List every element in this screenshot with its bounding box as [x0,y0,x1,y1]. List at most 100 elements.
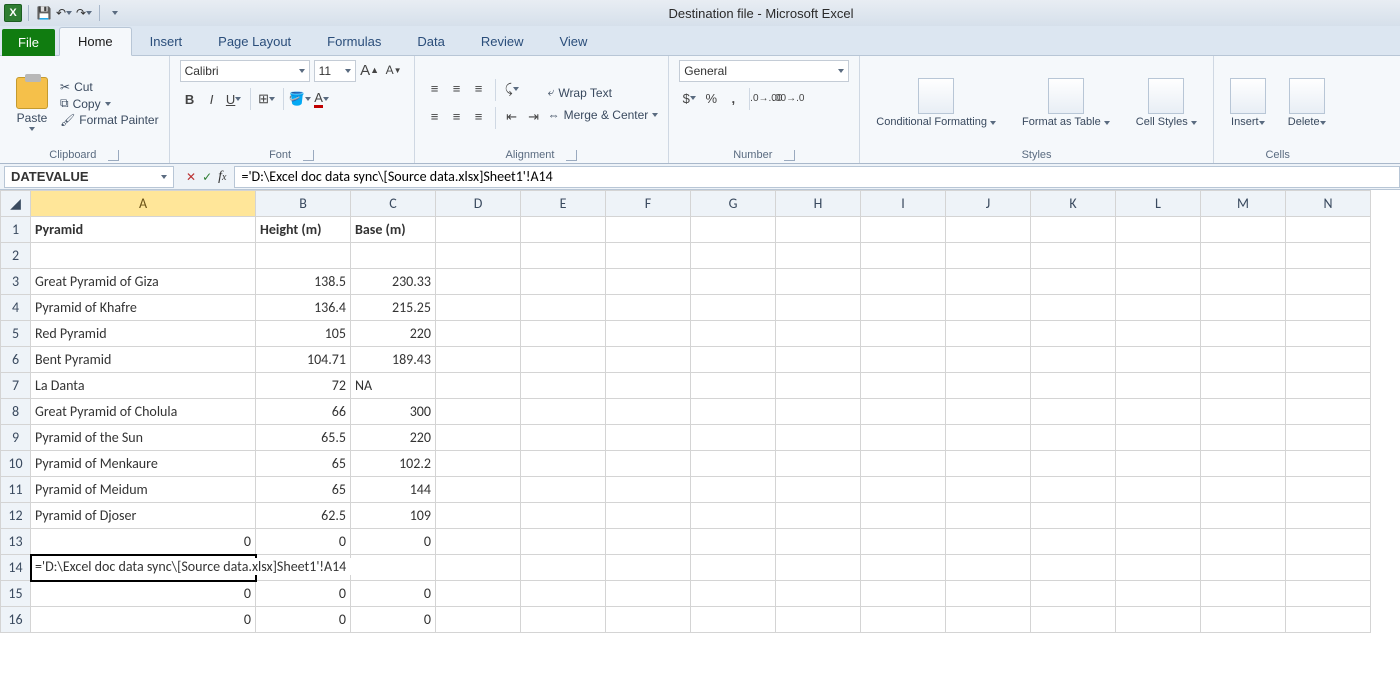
cell[interactable] [606,581,691,607]
cell[interactable] [521,269,606,295]
cell[interactable] [606,347,691,373]
cell[interactable] [946,269,1031,295]
tab-home[interactable]: Home [59,27,132,56]
cell[interactable] [691,477,776,503]
cell[interactable] [1286,555,1371,581]
accounting-button[interactable]: $ [679,88,699,108]
cell[interactable] [1116,243,1201,269]
column-header[interactable]: M [1201,191,1286,217]
cell[interactable] [776,399,861,425]
cell[interactable] [861,399,946,425]
cell[interactable] [521,451,606,477]
cell[interactable] [691,451,776,477]
cell[interactable] [861,607,946,633]
number-format-combo[interactable]: General [679,60,849,82]
cell[interactable]: 0 [256,581,351,607]
grow-font-button[interactable]: A▲ [360,60,380,80]
wrap-text-button[interactable]: ⤶Wrap Text [548,84,659,101]
cell[interactable]: 300 [351,399,436,425]
dialog-launcher-icon[interactable] [784,150,795,161]
cell[interactable] [946,347,1031,373]
cell[interactable] [1286,529,1371,555]
dialog-launcher-icon[interactable] [566,150,577,161]
cell[interactable] [776,503,861,529]
cell[interactable] [1201,295,1286,321]
cell[interactable]: 136.4 [256,295,351,321]
cell[interactable] [946,399,1031,425]
row-header[interactable]: 12 [1,503,31,529]
cell[interactable] [1116,581,1201,607]
cell[interactable] [861,321,946,347]
cell[interactable] [946,529,1031,555]
cell[interactable] [691,555,776,581]
cell[interactable] [691,503,776,529]
cell[interactable]: NA [351,373,436,399]
tab-view[interactable]: View [541,28,605,55]
cell[interactable] [946,295,1031,321]
cell[interactable] [436,425,521,451]
row-header[interactable]: 9 [1,425,31,451]
cell[interactable] [946,217,1031,243]
cell[interactable] [1031,295,1116,321]
cell[interactable] [606,529,691,555]
cell[interactable] [1201,581,1286,607]
cell[interactable] [1116,295,1201,321]
cell[interactable] [351,243,436,269]
cell[interactable]: Pyramid of Menkaure [31,451,256,477]
cell[interactable]: La Danta [31,373,256,399]
column-header[interactable]: J [946,191,1031,217]
cell[interactable] [436,503,521,529]
cell[interactable] [691,607,776,633]
align-middle-button[interactable]: ≡ [447,79,467,99]
bold-button[interactable]: B [180,89,200,109]
cell[interactable] [1286,347,1371,373]
cell[interactable] [1031,425,1116,451]
cell[interactable] [1116,607,1201,633]
cell[interactable] [1031,503,1116,529]
italic-button[interactable]: I [202,89,222,109]
cell[interactable] [521,607,606,633]
cell[interactable] [776,451,861,477]
cell[interactable] [946,607,1031,633]
cell[interactable] [1286,581,1371,607]
borders-button[interactable]: ⊞ [257,89,277,109]
format-painter-button[interactable]: Format Painter [60,112,159,128]
cell[interactable] [1031,581,1116,607]
cell[interactable] [521,321,606,347]
cell[interactable] [1116,347,1201,373]
cell[interactable] [256,243,351,269]
column-header[interactable]: E [521,191,606,217]
column-header[interactable]: D [436,191,521,217]
cell[interactable] [946,581,1031,607]
cell[interactable] [1031,529,1116,555]
tab-data[interactable]: Data [399,28,462,55]
cell[interactable]: 0 [351,581,436,607]
name-box[interactable]: DATEVALUE [4,166,174,188]
insert-cells-button[interactable]: Insert [1224,76,1272,130]
cell[interactable] [861,581,946,607]
cell[interactable] [1116,503,1201,529]
cell[interactable] [521,399,606,425]
cell[interactable] [946,451,1031,477]
decrease-indent-button[interactable]: ⇤ [502,107,522,127]
cell[interactable]: Great Pyramid of Cholula [31,399,256,425]
cell[interactable] [861,477,946,503]
qat-customize-button[interactable] [106,4,124,22]
cell[interactable] [946,503,1031,529]
align-top-button[interactable]: ≡ [425,79,445,99]
cell[interactable] [1116,555,1201,581]
cell[interactable] [1116,529,1201,555]
column-header[interactable]: L [1116,191,1201,217]
row-header[interactable]: 2 [1,243,31,269]
cell[interactable] [1116,399,1201,425]
cell[interactable] [776,581,861,607]
cell[interactable] [436,451,521,477]
cell[interactable] [1031,399,1116,425]
tab-file[interactable]: File [2,29,55,56]
cell[interactable]: 0 [256,607,351,633]
cell[interactable] [1201,451,1286,477]
cell[interactable] [1286,607,1371,633]
cell[interactable]: 0 [351,529,436,555]
align-right-button[interactable]: ≡ [469,107,489,127]
column-header[interactable]: C [351,191,436,217]
